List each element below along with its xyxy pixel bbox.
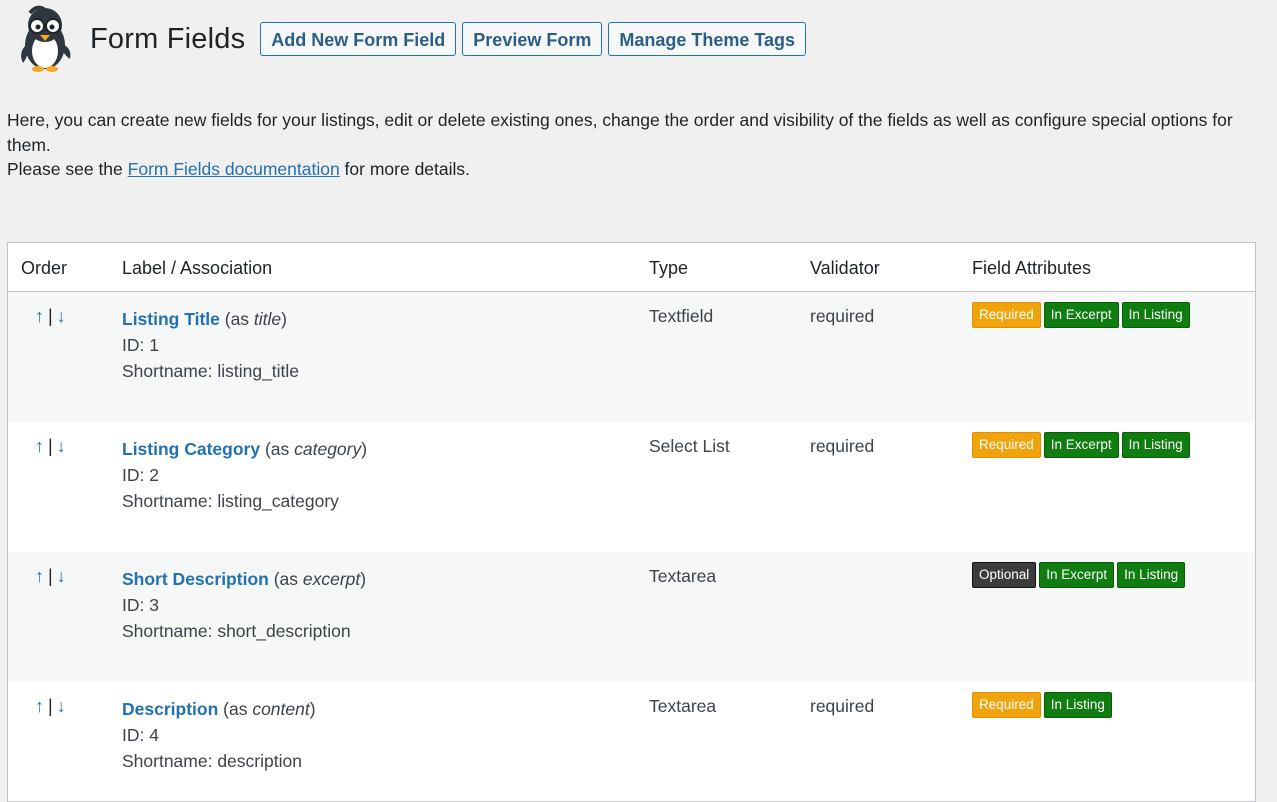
field-shortname: Shortname: description [122, 751, 302, 771]
form-fields-table: Order Label / Association Type Validator… [7, 242, 1256, 802]
field-shortname: Shortname: listing_title [122, 361, 300, 381]
label-cell: Listing Category (as category) ID: 2 Sho… [122, 436, 367, 514]
order-separator: | [48, 566, 53, 586]
field-association: (as excerpt) [268, 569, 367, 589]
field-association: (as category) [260, 439, 368, 459]
move-down-icon[interactable]: ↓ [57, 436, 66, 456]
optional-badge: Optional [972, 562, 1037, 588]
table-row: ↑ | ↓ Listing Category (as category) ID: 2… [8, 422, 1255, 552]
form-fields-documentation-link[interactable]: Form Fields documentation [128, 159, 340, 179]
in-excerpt-badge: In Excerpt [1039, 562, 1115, 588]
move-up-icon[interactable]: ↑ [35, 566, 44, 586]
in-listing-badge: In Listing [1121, 302, 1190, 328]
field-shortname: Shortname: listing_category [122, 491, 339, 511]
intro-text: Here, you can create new fields for your… [7, 108, 1252, 182]
table-header: Order Label / Association Type Validator… [8, 243, 1255, 292]
intro-line-1: Here, you can create new fields for your… [7, 110, 1233, 155]
field-attributes: Required In Excerpt In Listing [972, 302, 1193, 328]
required-badge: Required [972, 302, 1041, 328]
in-listing-badge: In Listing [1121, 432, 1190, 458]
column-header-type: Type [649, 258, 689, 278]
in-excerpt-badge: In Excerpt [1043, 302, 1119, 328]
order-separator: | [48, 696, 53, 716]
table-row: ↑ | ↓ Description (as content) ID: 4 Short… [8, 682, 1255, 801]
column-header-label: Label / Association [122, 258, 273, 278]
field-id: ID: 3 [122, 595, 159, 615]
table-row: ↑ | ↓ Short Description (as excerpt) ID: 3… [8, 552, 1255, 682]
in-listing-badge: In Listing [1043, 692, 1112, 718]
label-cell: Listing Title (as title) ID: 1 Shortname… [122, 306, 299, 384]
table-row: ↑ | ↓ Listing Title (as title) ID: 1 Short… [8, 292, 1255, 422]
intro-line-2-suffix: for more details. [339, 159, 471, 179]
field-validator: required [810, 306, 875, 326]
field-validator: required [810, 436, 875, 456]
column-header-attributes: Field Attributes [972, 258, 1092, 278]
field-id: ID: 2 [122, 465, 159, 485]
field-edit-link[interactable]: Description [122, 699, 218, 719]
move-down-icon[interactable]: ↓ [57, 696, 66, 716]
field-type: Textfield [649, 306, 714, 326]
order-controls: ↑ | ↓ [35, 566, 66, 587]
manage-theme-tags-button[interactable]: Manage Theme Tags [608, 22, 807, 56]
page-header: Form Fields Add New Form Field Preview F… [14, 4, 812, 74]
move-down-icon[interactable]: ↓ [57, 566, 66, 586]
required-badge: Required [972, 432, 1041, 458]
page-title: Form Fields [90, 22, 246, 55]
field-validator: required [810, 696, 875, 716]
intro-line-2: Please see the Form Fields documentation… [7, 157, 1252, 182]
label-cell: Description (as content) ID: 4 Shortname… [122, 696, 316, 774]
field-attributes: Required In Excerpt In Listing [972, 432, 1193, 458]
field-type: Textarea [649, 696, 717, 716]
penguin-logo-icon [21, 5, 71, 72]
move-up-icon[interactable]: ↑ [35, 436, 44, 456]
field-type: Select List [649, 436, 730, 456]
label-cell: Short Description (as excerpt) ID: 3 Sho… [122, 566, 366, 644]
order-controls: ↑ | ↓ [35, 436, 66, 457]
intro-line-2-prefix: Please see the [7, 159, 128, 179]
add-new-form-field-button[interactable]: Add New Form Field [260, 22, 457, 56]
move-up-icon[interactable]: ↑ [35, 696, 44, 716]
order-controls: ↑ | ↓ [35, 696, 66, 717]
field-id: ID: 4 [122, 725, 159, 745]
move-down-icon[interactable]: ↓ [57, 306, 66, 326]
order-controls: ↑ | ↓ [35, 306, 66, 327]
field-association: (as title) [219, 309, 287, 329]
column-header-validator: Validator [810, 258, 880, 278]
in-excerpt-badge: In Excerpt [1043, 432, 1119, 458]
order-separator: | [48, 306, 53, 326]
order-separator: | [48, 436, 53, 456]
column-header-order: Order [21, 258, 68, 278]
field-type: Textarea [649, 566, 717, 586]
field-association: (as content) [218, 699, 316, 719]
field-edit-link[interactable]: Short Description [122, 569, 269, 589]
field-edit-link[interactable]: Listing Title [122, 309, 220, 329]
in-listing-badge: In Listing [1117, 562, 1186, 588]
preview-form-button[interactable]: Preview Form [462, 22, 603, 56]
field-edit-link[interactable]: Listing Category [122, 439, 260, 459]
field-shortname: Shortname: short_description [122, 621, 351, 641]
field-attributes: Optional In Excerpt In Listing [972, 562, 1188, 588]
required-badge: Required [972, 692, 1041, 718]
field-attributes: Required In Listing [972, 692, 1115, 718]
move-up-icon[interactable]: ↑ [35, 306, 44, 326]
field-id: ID: 1 [122, 335, 159, 355]
